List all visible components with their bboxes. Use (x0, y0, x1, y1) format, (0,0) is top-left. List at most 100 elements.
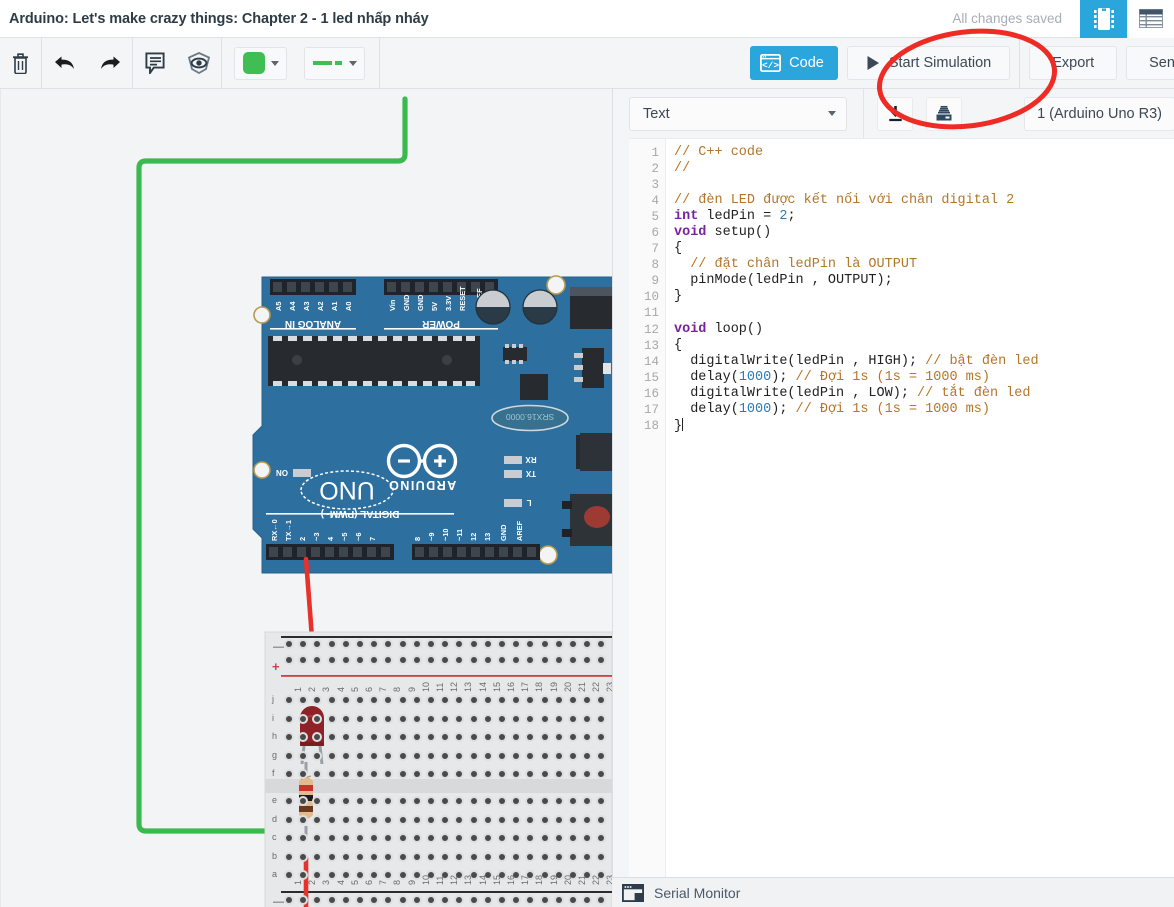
svg-text:~11: ~11 (455, 529, 464, 541)
code-text-area[interactable]: // C++ code// // đèn LED được kết nối vớ… (666, 139, 1174, 907)
redo-button[interactable] (87, 38, 132, 89)
code-toolbar-separator (863, 89, 864, 138)
line-number: 18 (643, 418, 659, 433)
toolbar-separator-3 (221, 37, 222, 89)
svg-text:12: 12 (469, 533, 478, 541)
chevron-down-icon (349, 60, 357, 66)
export-label: Export (1052, 55, 1095, 71)
svg-text:3.3V: 3.3V (444, 296, 453, 311)
toolbar-separator-5 (1019, 37, 1021, 89)
code-line: void setup() (674, 225, 772, 241)
svg-text:TX→1: TX→1 (284, 520, 293, 541)
code-button[interactable]: </> Code (750, 46, 838, 80)
toolbar-right-group: </> Code Start Simulation Export Send (750, 37, 1174, 89)
undo-button[interactable] (42, 38, 87, 89)
breadboard[interactable]: — + — + (264, 631, 612, 907)
export-button[interactable]: Export (1029, 46, 1118, 80)
wire-style-picker[interactable] (304, 46, 365, 80)
code-line: digitalWrite(ledPin , HIGH); // bật đèn … (674, 353, 1039, 369)
visibility-icon (187, 52, 211, 74)
svg-text:UNO: UNO (319, 476, 375, 504)
download-button[interactable] (877, 96, 913, 131)
components-list-icon (1139, 9, 1163, 28)
code-line: // đèn LED được kết nối với chân digital… (674, 193, 1015, 209)
line-number: 15 (643, 370, 659, 385)
line-style-preview (313, 52, 343, 74)
svg-text:—: — (273, 641, 284, 653)
circuit-view-button[interactable] (1080, 0, 1127, 38)
code-panel: Text 1 (Arduino Uno R3) 1 2 3 4 5 6 7 8 … (612, 89, 1174, 907)
code-line: // đặt chân ledPin là OUTPUT (690, 257, 918, 273)
svg-text:~10: ~10 (441, 528, 450, 541)
serial-monitor-icon (622, 883, 644, 902)
svg-text:Vin: Vin (388, 299, 397, 311)
line-number: 6 (651, 226, 659, 241)
code-line: int ledPin = 2; (674, 209, 796, 225)
canvas-left-edge (0, 89, 1, 907)
libraries-icon (934, 105, 954, 122)
line-number: 13 (643, 338, 659, 353)
code-line: } (674, 417, 684, 434)
circuit-drawing: A5 A4 A3 A2 A1 A0 Vin GND GND 5V 3.3V RE… (136, 96, 612, 907)
send-label: Send (1149, 55, 1174, 71)
svg-text:~5: ~5 (340, 533, 349, 541)
color-swatch (243, 52, 265, 74)
code-line: delay(1000); // Đợi 1s (1s = 1000 ms) (674, 369, 990, 385)
svg-text:AREF: AREF (515, 520, 524, 541)
start-simulation-button[interactable]: Start Simulation (846, 46, 1011, 80)
code-line: void loop() (674, 321, 764, 337)
line-number-gutter: 1 2 3 4 5 6 7 8 9 10 11 12 13 14 15 16 17 18 (629, 139, 666, 907)
code-mode-select[interactable]: Text (629, 96, 847, 131)
svg-text:GND: GND (402, 294, 411, 311)
chevron-down-icon (271, 60, 279, 66)
code-line: // (674, 161, 691, 177)
code-line: // C++ code (674, 145, 764, 160)
board-selector-value: 1 (Arduino Uno R3) (1037, 105, 1162, 122)
line-number: 2 (651, 162, 659, 177)
annotation-icon (145, 52, 165, 74)
line-number: 5 (651, 210, 659, 225)
svg-text:A3: A3 (302, 302, 311, 311)
visibility-button[interactable] (177, 38, 221, 89)
libraries-button[interactable] (926, 96, 962, 131)
svg-text:~9: ~9 (427, 533, 436, 541)
annotation-button[interactable] (133, 38, 177, 89)
circuit-canvas[interactable]: A5 A4 A3 A2 A1 A0 Vin GND GND 5V 3.3V RE… (0, 89, 612, 907)
svg-text:SRX16.0000: SRX16.0000 (506, 412, 554, 422)
send-button[interactable]: Send (1126, 46, 1174, 80)
code-line: digitalWrite(ledPin , LOW); // tắt đèn l… (674, 385, 1031, 401)
serial-monitor-bar[interactable]: Serial Monitor (612, 877, 1174, 907)
text-cursor (682, 417, 684, 431)
svg-text:ARDUINO: ARDUINO (388, 478, 457, 492)
start-simulation-label: Start Simulation (888, 55, 992, 71)
code-panel-toolbar: Text 1 (Arduino Uno R3) (613, 89, 1174, 138)
components-list-button[interactable] (1127, 0, 1174, 38)
code-editor[interactable]: 1 2 3 4 5 6 7 8 9 10 11 12 13 14 15 16 17 18 // C++ code /… (629, 138, 1174, 907)
line-number: 12 (643, 322, 659, 337)
toolbar-group-delete (0, 38, 41, 89)
svg-text:—: — (273, 896, 284, 907)
line-number: 16 (643, 386, 659, 401)
undo-icon (53, 53, 77, 73)
code-mode-value: Text (643, 105, 670, 122)
svg-text:2: 2 (298, 537, 307, 541)
svg-text:A5: A5 (274, 302, 283, 311)
title-bar: Arduino: Let's make crazy things: Chapte… (0, 0, 1174, 38)
line-number: 14 (643, 354, 659, 369)
svg-text:RESET: RESET (458, 286, 467, 311)
toolbar-group-history (42, 38, 132, 89)
delete-button[interactable] (0, 38, 41, 89)
arduino-uno-board[interactable]: A5 A4 A3 A2 A1 A0 Vin GND GND 5V 3.3V RE… (252, 275, 612, 574)
svg-text:A4: A4 (288, 301, 297, 311)
wire-color-picker[interactable] (234, 46, 287, 80)
trash-icon (12, 52, 29, 74)
svg-text:RX: RX (525, 455, 537, 464)
svg-text:ANALOG IN: ANALOG IN (285, 318, 341, 329)
svg-text:</>: </> (762, 60, 779, 71)
svg-text:ON: ON (276, 468, 288, 477)
code-line: delay(1000); // Đợi 1s (1s = 1000 ms) (674, 401, 990, 417)
code-line: { (674, 337, 683, 353)
board-selector[interactable]: 1 (Arduino Uno R3) (1024, 96, 1174, 131)
